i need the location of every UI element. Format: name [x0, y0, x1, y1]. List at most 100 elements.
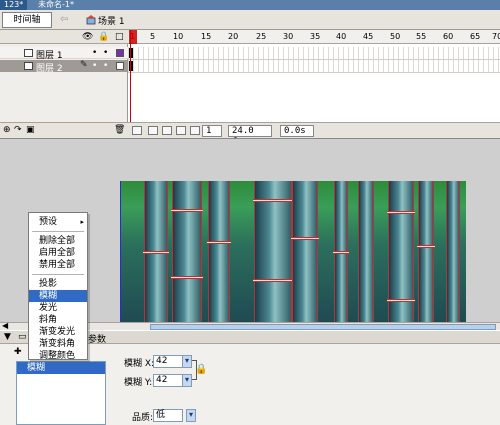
submenu-arrow-icon: ▸: [80, 218, 84, 226]
ruler-tick: 55: [416, 32, 427, 41]
ruler-tick: 40: [336, 32, 347, 41]
panel-tab-icon[interactable]: ▭: [18, 332, 27, 342]
bamboo-node: [143, 251, 169, 254]
scene-icon: [86, 15, 96, 25]
menu-item-bevel[interactable]: 斜角: [29, 314, 87, 326]
ruler-tick: 50: [390, 32, 401, 41]
bamboo-node: [171, 276, 203, 279]
layer-panel-header: 👁 🔒 □: [0, 30, 128, 44]
layer-page-icon: [24, 62, 33, 70]
blur-y-input[interactable]: 42: [153, 374, 183, 387]
menu-label: 预设: [39, 217, 58, 227]
bamboo-node: [207, 241, 231, 244]
add-filter-icon[interactable]: ✚: [14, 347, 22, 357]
ruler-tick: 5: [150, 32, 156, 41]
timeline-status-bar: 1 24.0 fps 0.0s: [128, 122, 500, 138]
menu-item-disable-all[interactable]: 禁用全部: [29, 259, 87, 271]
elapsed-time-field: 0.0s: [280, 125, 314, 137]
lock-dot[interactable]: •: [103, 48, 108, 58]
ruler-tick: 20: [228, 32, 239, 41]
menu-item-drop-shadow[interactable]: 投影: [29, 278, 87, 290]
menu-item-gradient-bevel[interactable]: 渐变斜角: [29, 338, 87, 350]
layer-row-1[interactable]: 图层 1 • •: [0, 47, 128, 61]
onion-markers-icon[interactable]: [190, 126, 200, 135]
back-arrow-icon[interactable]: ⇦: [60, 14, 68, 25]
bamboo-node: [253, 279, 293, 282]
frame-row-divider: [128, 59, 500, 60]
menu-item-blur[interactable]: 模糊: [29, 290, 87, 302]
visibility-dot[interactable]: •: [92, 61, 97, 71]
playhead-handle[interactable]: [129, 30, 137, 44]
bamboo-stalk: [291, 181, 319, 323]
blur-x-input[interactable]: 42: [153, 355, 183, 368]
layer-panel: 👁 🔒 □ 图层 1 • • 图层 2 ✎ • • ⊕ ↷ ▣ 🗑: [0, 30, 128, 138]
add-guide-icon[interactable]: ↷: [14, 125, 22, 135]
add-layer-icon[interactable]: ⊕: [3, 125, 11, 135]
fps-field[interactable]: 24.0 fps: [228, 125, 272, 138]
lock-dot[interactable]: •: [103, 61, 108, 71]
bamboo-stalk: [253, 181, 293, 323]
layer-color-swatch[interactable]: [116, 49, 124, 57]
onion-outline-icon[interactable]: [162, 126, 172, 135]
scene-label[interactable]: 场景 1: [98, 14, 125, 27]
bamboo-node: [171, 209, 203, 212]
bamboo-node: [253, 199, 293, 202]
bamboo-image[interactable]: [120, 181, 466, 323]
filter-add-menu: 预设 ▸ 删除全部 启用全部 禁用全部 投影 模糊 发光 斜角 渐变发光 渐变斜角…: [28, 212, 88, 362]
bamboo-stalk: [143, 181, 169, 323]
ruler-tick: 60: [443, 32, 454, 41]
eye-icon[interactable]: 👁: [82, 32, 93, 42]
constrain-lock-icon[interactable]: 🔒: [195, 364, 207, 375]
playhead[interactable]: [129, 30, 137, 122]
menu-separator: [32, 274, 84, 275]
blur-x-label: 模糊 X:: [124, 359, 155, 369]
add-folder-icon[interactable]: ▣: [26, 125, 35, 135]
document-tab-strip: 123* 未命名-1*: [0, 0, 500, 10]
onion-skin-icon[interactable]: [148, 126, 158, 135]
bamboo-stalk: [358, 181, 374, 323]
filter-list-item[interactable]: 模糊: [17, 362, 105, 374]
layer-color-swatch[interactable]: [116, 62, 124, 70]
pencil-icon: ✎: [80, 60, 88, 70]
current-frame-field: 1: [202, 125, 222, 137]
trash-icon[interactable]: 🗑: [114, 125, 125, 135]
frame-ruler[interactable]: 1 5 10 15 20 25 30 35 40 45 50 55 60 65 …: [128, 30, 500, 44]
lock-icon[interactable]: 🔒: [98, 32, 109, 42]
layer-row-2[interactable]: 图层 2 ✎ • •: [0, 60, 128, 74]
ruler-tick: 65: [470, 32, 481, 41]
quality-select[interactable]: 低: [153, 409, 183, 422]
ruler-tick: 30: [283, 32, 294, 41]
collapse-arrow-icon[interactable]: ▼: [4, 332, 11, 342]
menu-item-gradient-glow[interactable]: 渐变发光: [29, 326, 87, 338]
scroll-left-icon[interactable]: ◀: [2, 321, 8, 330]
layer-tools: ⊕ ↷ ▣ 🗑: [0, 122, 128, 138]
ruler-tick: 45: [363, 32, 374, 41]
timeline-tab[interactable]: 时间轴: [2, 12, 52, 28]
bamboo-node: [387, 299, 415, 302]
filter-list[interactable]: 模糊: [16, 361, 106, 425]
center-frame-icon[interactable]: [132, 126, 142, 135]
bamboo-stalk: [417, 181, 435, 323]
layer-name: 图层 2: [36, 64, 63, 74]
frame-area[interactable]: 1 5 10 15 20 25 30 35 40 45 50 55 60 65 …: [128, 30, 500, 138]
visibility-dot[interactable]: •: [92, 48, 97, 58]
doc-tab-123[interactable]: 123*: [0, 0, 28, 10]
bamboo-node: [333, 251, 349, 254]
menu-item-adjust-color[interactable]: 调整颜色: [29, 350, 87, 362]
quality-label: 品质:: [132, 413, 154, 423]
menu-item-enable-all[interactable]: 启用全部: [29, 247, 87, 259]
menu-item-presets[interactable]: 预设 ▸: [29, 216, 87, 228]
frame-row-divider: [128, 72, 500, 73]
doc-tab-untitled[interactable]: 未命名-1*: [34, 0, 78, 10]
menu-item-glow[interactable]: 发光: [29, 302, 87, 314]
ruler-tick: 15: [201, 32, 212, 41]
edit-multiple-icon[interactable]: [176, 126, 186, 135]
quality-dropdown-icon[interactable]: ▾: [186, 409, 196, 422]
outline-icon[interactable]: □: [115, 32, 124, 42]
timeline-panel: 👁 🔒 □ 图层 1 • • 图层 2 ✎ • • ⊕ ↷ ▣ 🗑 1: [0, 30, 500, 138]
ruler-tick: 10: [173, 32, 184, 41]
blur-y-dropdown-icon[interactable]: ▾: [182, 374, 192, 387]
bamboo-node: [417, 245, 435, 248]
menu-item-delete-all[interactable]: 删除全部: [29, 235, 87, 247]
blur-x-dropdown-icon[interactable]: ▾: [182, 355, 192, 368]
